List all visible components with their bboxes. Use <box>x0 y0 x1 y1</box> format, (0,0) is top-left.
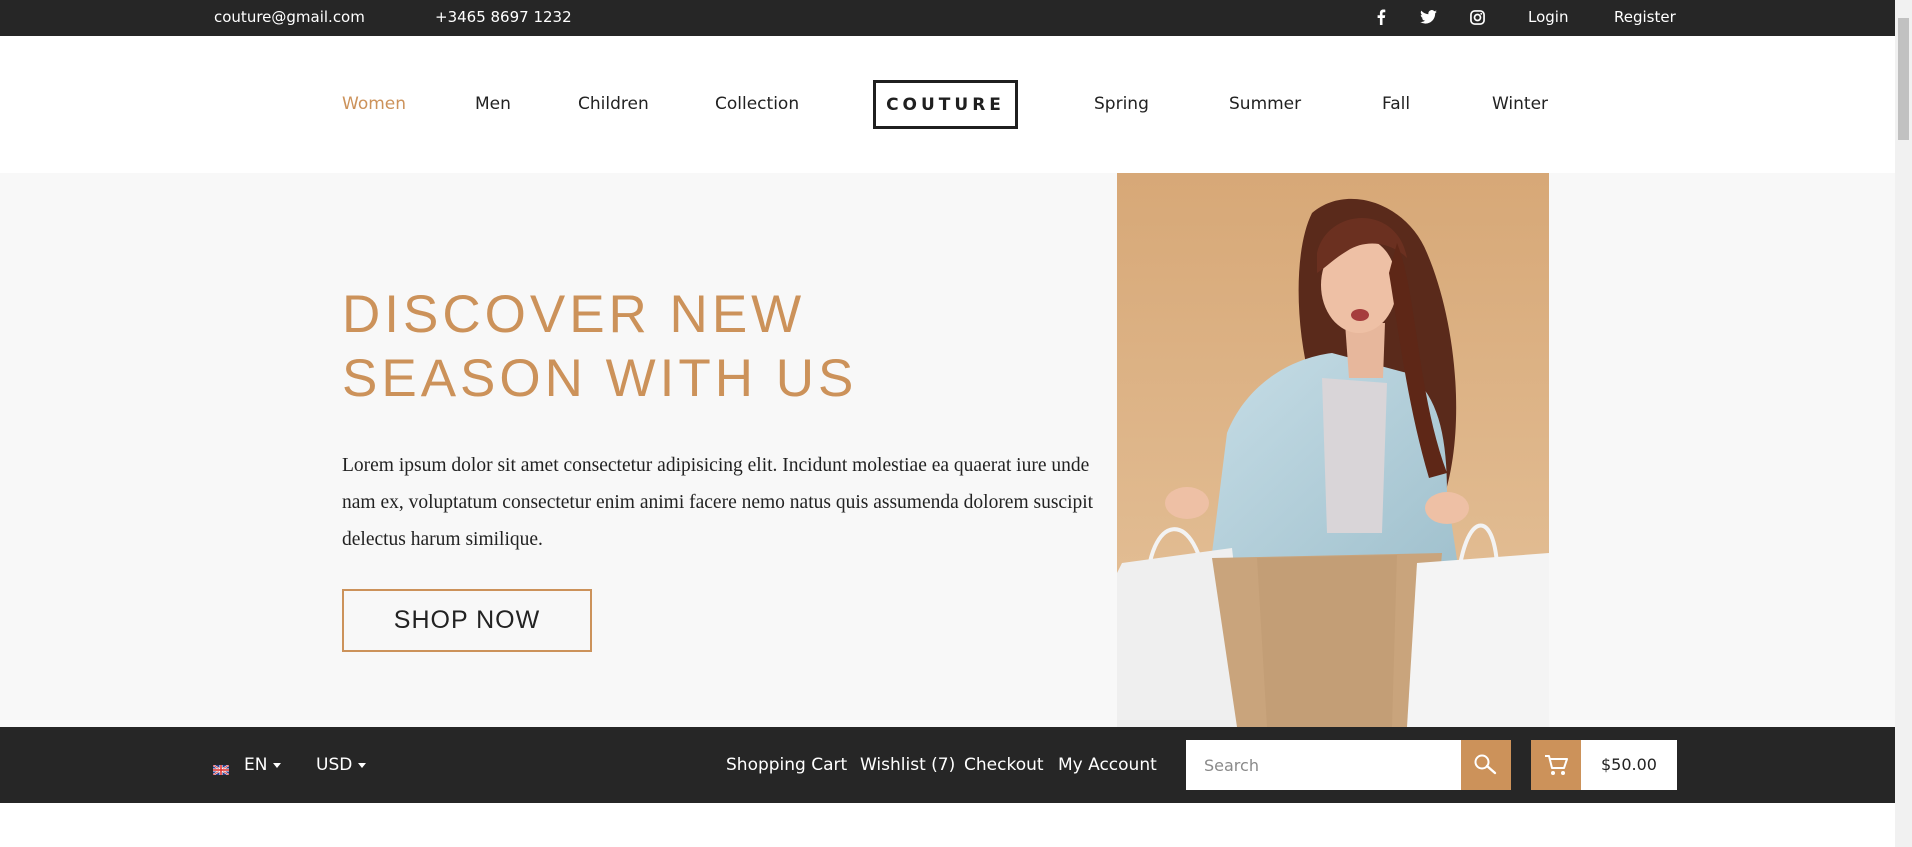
shop-now-button[interactable]: SHOP NOW <box>342 589 592 652</box>
nav-women[interactable]: Women <box>342 93 406 115</box>
hero-title-line-2: SEASON WITH US <box>342 349 858 408</box>
hero-title: DISCOVER NEW SEASON WITH US <box>342 283 942 411</box>
site-logo[interactable]: COUTURE <box>873 80 1018 129</box>
instagram-icon[interactable] <box>1467 7 1487 27</box>
contact-email[interactable]: couture@gmail.com <box>214 0 365 34</box>
nav-children[interactable]: Children <box>578 93 649 115</box>
facebook-icon[interactable] <box>1371 7 1391 27</box>
currency-value: USD <box>316 755 353 775</box>
checkout-link[interactable]: Checkout <box>964 727 1044 803</box>
my-account-link[interactable]: My Account <box>1058 727 1157 803</box>
cart-button[interactable] <box>1531 740 1581 790</box>
top-bar: couture@gmail.com +3465 8697 1232 Login … <box>0 0 1895 36</box>
nav-men[interactable]: Men <box>475 93 511 115</box>
uk-flag-icon <box>212 760 230 776</box>
search-input[interactable] <box>1186 740 1461 790</box>
nav-collection[interactable]: Collection <box>715 93 799 115</box>
chevron-down-icon <box>358 762 367 768</box>
shopping-cart-link[interactable]: Shopping Cart <box>726 727 847 803</box>
hero-section: DISCOVER NEW SEASON WITH US Lorem ipsum … <box>0 173 1895 727</box>
hero-image <box>1117 173 1549 727</box>
hero-description: Lorem ipsum dolor sit amet consectetur a… <box>342 455 1094 550</box>
cart-total[interactable]: $50.00 <box>1581 740 1677 790</box>
wishlist-link[interactable]: Wishlist (7) <box>860 727 955 803</box>
search-icon <box>1474 754 1497 775</box>
language-value: EN <box>244 755 268 775</box>
nav-winter[interactable]: Winter <box>1492 93 1548 115</box>
contact-phone[interactable]: +3465 8697 1232 <box>435 0 572 34</box>
utility-bar: EN USD Shopping Cart Wishlist (7) Checko… <box>0 727 1895 803</box>
language-select[interactable]: EN <box>244 727 282 803</box>
search-button[interactable] <box>1461 740 1511 790</box>
login-link[interactable]: Login <box>1528 0 1568 34</box>
hero-title-line-1: DISCOVER NEW <box>342 285 806 344</box>
nav-summer[interactable]: Summer <box>1229 93 1301 115</box>
register-link[interactable]: Register <box>1614 0 1676 34</box>
nav-fall[interactable]: Fall <box>1382 93 1410 115</box>
twitter-icon[interactable] <box>1418 7 1438 27</box>
currency-select[interactable]: USD <box>316 727 367 803</box>
main-nav: Women Men Children Collection COUTURE Sp… <box>0 36 1895 173</box>
chevron-down-icon <box>273 762 282 768</box>
cart-icon <box>1545 755 1568 775</box>
nav-spring[interactable]: Spring <box>1094 93 1149 115</box>
scrollbar-thumb[interactable] <box>1898 18 1909 140</box>
